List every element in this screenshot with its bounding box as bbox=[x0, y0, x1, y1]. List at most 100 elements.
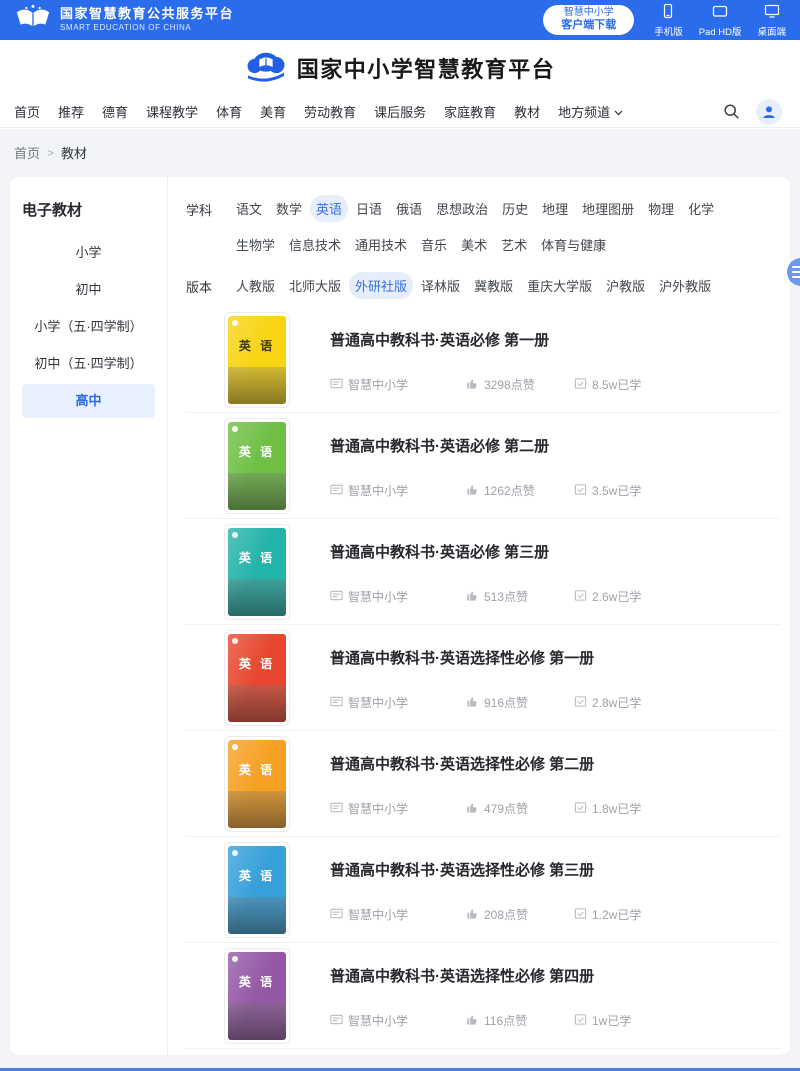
nav-item[interactable]: 体育 bbox=[207, 102, 251, 121]
filter-option[interactable]: 俄语 bbox=[390, 195, 428, 222]
book-provider: 智慧中小学 bbox=[348, 376, 408, 393]
filter-option[interactable]: 北师大版 bbox=[283, 272, 347, 299]
nav-item[interactable]: 推荐 bbox=[49, 102, 93, 121]
filter-option[interactable]: 音乐 bbox=[415, 231, 453, 258]
book-cover-title: 英 语 bbox=[228, 655, 286, 672]
filter-group: 版本 人教版北师大版外研社版译林版冀教版重庆大学版沪教版沪外教版 bbox=[186, 272, 786, 299]
filter-option[interactable]: 历史 bbox=[496, 195, 534, 222]
book-likes-count: 1262点赞 bbox=[484, 482, 535, 499]
sidebar-item[interactable]: 小学 bbox=[22, 236, 155, 270]
thumbs-up-icon bbox=[466, 483, 479, 499]
filter-option[interactable]: 化学 bbox=[682, 195, 720, 222]
book-likes-count: 479点赞 bbox=[484, 800, 528, 817]
org-badge-icon bbox=[330, 377, 343, 393]
book-title: 普通高中教科书·英语选择性必修 第四册 bbox=[330, 965, 770, 986]
filter-option[interactable]: 地理图册 bbox=[576, 195, 640, 222]
sidebar-item[interactable]: 高中 bbox=[22, 384, 155, 418]
user-avatar[interactable] bbox=[756, 99, 782, 125]
book-meta: 智慧中小学 3298点赞 8.5w已学 bbox=[330, 376, 770, 393]
filter-option[interactable]: 通用技术 bbox=[349, 231, 413, 258]
reader-icon bbox=[574, 695, 587, 711]
filter-option[interactable]: 体育与健康 bbox=[535, 231, 612, 258]
filter-option[interactable]: 艺术 bbox=[495, 231, 533, 258]
sidebar: 电子教材 小学 初中 小学（五·四学制） 初中（五·四学制） 高中 bbox=[10, 177, 168, 1055]
reader-icon bbox=[574, 483, 587, 499]
filter-option[interactable]: 冀教版 bbox=[468, 272, 519, 299]
book-learned-count: 8.5w已学 bbox=[592, 376, 641, 393]
filter-option[interactable]: 外研社版 bbox=[349, 272, 413, 299]
topbar-device-item[interactable]: 桌面端 bbox=[757, 3, 786, 38]
nav-item[interactable]: 首页 bbox=[14, 102, 49, 121]
main-card: 电子教材 小学 初中 小学（五·四学制） 初中（五·四学制） 高中 学科 语文数… bbox=[10, 177, 790, 1055]
nav-item[interactable]: 教材 bbox=[505, 102, 549, 121]
book-meta: 智慧中小学 916点赞 2.8w已学 bbox=[330, 694, 770, 711]
book-cover: 英 语 bbox=[224, 736, 290, 832]
filter-option[interactable]: 地理 bbox=[536, 195, 574, 222]
filter-option[interactable]: 沪外教版 bbox=[653, 272, 717, 299]
book-likes-count: 208点赞 bbox=[484, 906, 528, 923]
filter-option[interactable]: 物理 bbox=[642, 195, 680, 222]
nav-item[interactable]: 美育 bbox=[251, 102, 295, 121]
filter-option[interactable]: 人教版 bbox=[230, 272, 281, 299]
book-cover-title: 英 语 bbox=[228, 867, 286, 884]
sidebar-item[interactable]: 小学（五·四学制） bbox=[22, 310, 155, 344]
search-icon[interactable] bbox=[723, 103, 740, 120]
book-meta: 智慧中小学 116点赞 1w已学 bbox=[330, 1012, 770, 1029]
book-row[interactable]: 英 语 普通高中教科书·英语选择性必修 第一册 智慧中小学 916点赞 bbox=[186, 625, 780, 731]
nav-item[interactable]: 课后服务 bbox=[365, 102, 435, 121]
filter-option[interactable]: 思想政治 bbox=[430, 195, 494, 222]
thumbs-up-icon bbox=[466, 1013, 479, 1029]
nav-list: 首页 推荐 德育 课程教学 体育 美育 劳动教育 课后服务 家庭教育 教材 地方… bbox=[14, 102, 632, 121]
book-row[interactable]: 英 语 普通高中教科书·英语必修 第三册 智慧中小学 513点赞 bbox=[186, 519, 780, 625]
book-provider: 智慧中小学 bbox=[348, 1012, 408, 1029]
nav-item[interactable]: 德育 bbox=[93, 102, 137, 121]
reader-icon bbox=[574, 1013, 587, 1029]
book-provider: 智慧中小学 bbox=[348, 482, 408, 499]
thumbs-up-icon bbox=[466, 801, 479, 817]
filter-option[interactable]: 生物学 bbox=[230, 231, 281, 258]
book-row[interactable]: 英 语 普通高中教科书·英语必修 第二册 智慧中小学 1262点赞 bbox=[186, 413, 780, 519]
filter-option[interactable]: 译林版 bbox=[415, 272, 466, 299]
platform-name-en: SMART EDUCATION OF CHINA bbox=[60, 24, 234, 33]
book-learned-count: 1.8w已学 bbox=[592, 800, 641, 817]
topbar-device-item[interactable]: 手机版 bbox=[654, 3, 683, 38]
book-row[interactable]: 英 语 普通高中教科书·英语选择性必修 第三册 智慧中小学 208点赞 bbox=[186, 837, 780, 943]
book-learned-count: 2.8w已学 bbox=[592, 694, 641, 711]
filter-option[interactable]: 信息技术 bbox=[283, 231, 347, 258]
book-cover: 英 语 bbox=[224, 312, 290, 408]
client-download-button[interactable]: 智慧中小学 客户端下载 bbox=[543, 5, 634, 34]
filter-option[interactable]: 美术 bbox=[455, 231, 493, 258]
book-list: 英 语 普通高中教科书·英语必修 第一册 智慧中小学 3298点赞 bbox=[186, 307, 780, 1049]
book-row[interactable]: 英 语 普通高中教科书·英语选择性必修 第四册 智慧中小学 116点赞 bbox=[186, 943, 780, 1049]
nav-item[interactable]: 地方频道 bbox=[549, 102, 632, 121]
filter-option[interactable]: 日语 bbox=[350, 195, 388, 222]
book-row[interactable]: 英 语 普通高中教科书·英语选择性必修 第二册 智慧中小学 479点赞 bbox=[186, 731, 780, 837]
nav-item[interactable]: 课程教学 bbox=[137, 102, 207, 121]
filter-option[interactable]: 英语 bbox=[310, 195, 348, 222]
filter-option[interactable]: 语文 bbox=[230, 195, 268, 222]
chevron-down-icon bbox=[614, 104, 623, 119]
book-cover-title: 英 语 bbox=[228, 337, 286, 354]
book-title: 普通高中教科书·英语选择性必修 第一册 bbox=[330, 647, 770, 668]
book-learned-count: 2.6w已学 bbox=[592, 588, 641, 605]
filter-option[interactable]: 数学 bbox=[270, 195, 308, 222]
breadcrumb-home[interactable]: 首页 bbox=[14, 143, 40, 162]
device-label: 桌面端 bbox=[757, 24, 786, 38]
nav-item[interactable]: 家庭教育 bbox=[435, 102, 505, 121]
breadcrumb-separator: > bbox=[47, 146, 54, 160]
book-meta: 智慧中小学 1262点赞 3.5w已学 bbox=[330, 482, 770, 499]
filter-option[interactable]: 重庆大学版 bbox=[521, 272, 598, 299]
book-cover: 英 语 bbox=[224, 842, 290, 938]
sidebar-item[interactable]: 初中（五·四学制） bbox=[22, 347, 155, 381]
book-row[interactable]: 英 语 普通高中教科书·英语必修 第一册 智慧中小学 3298点赞 bbox=[186, 307, 780, 413]
pad-icon bbox=[712, 3, 728, 22]
book-provider: 智慧中小学 bbox=[348, 694, 408, 711]
thumbs-up-icon bbox=[466, 695, 479, 711]
sidebar-item[interactable]: 初中 bbox=[22, 273, 155, 307]
book-cover: 英 语 bbox=[224, 948, 290, 1044]
nav-item[interactable]: 劳动教育 bbox=[295, 102, 365, 121]
org-badge-icon bbox=[330, 907, 343, 923]
filter-option[interactable]: 沪教版 bbox=[600, 272, 651, 299]
topbar-device-item[interactable]: Pad HD版 bbox=[699, 3, 742, 38]
book-likes-count: 513点赞 bbox=[484, 588, 528, 605]
